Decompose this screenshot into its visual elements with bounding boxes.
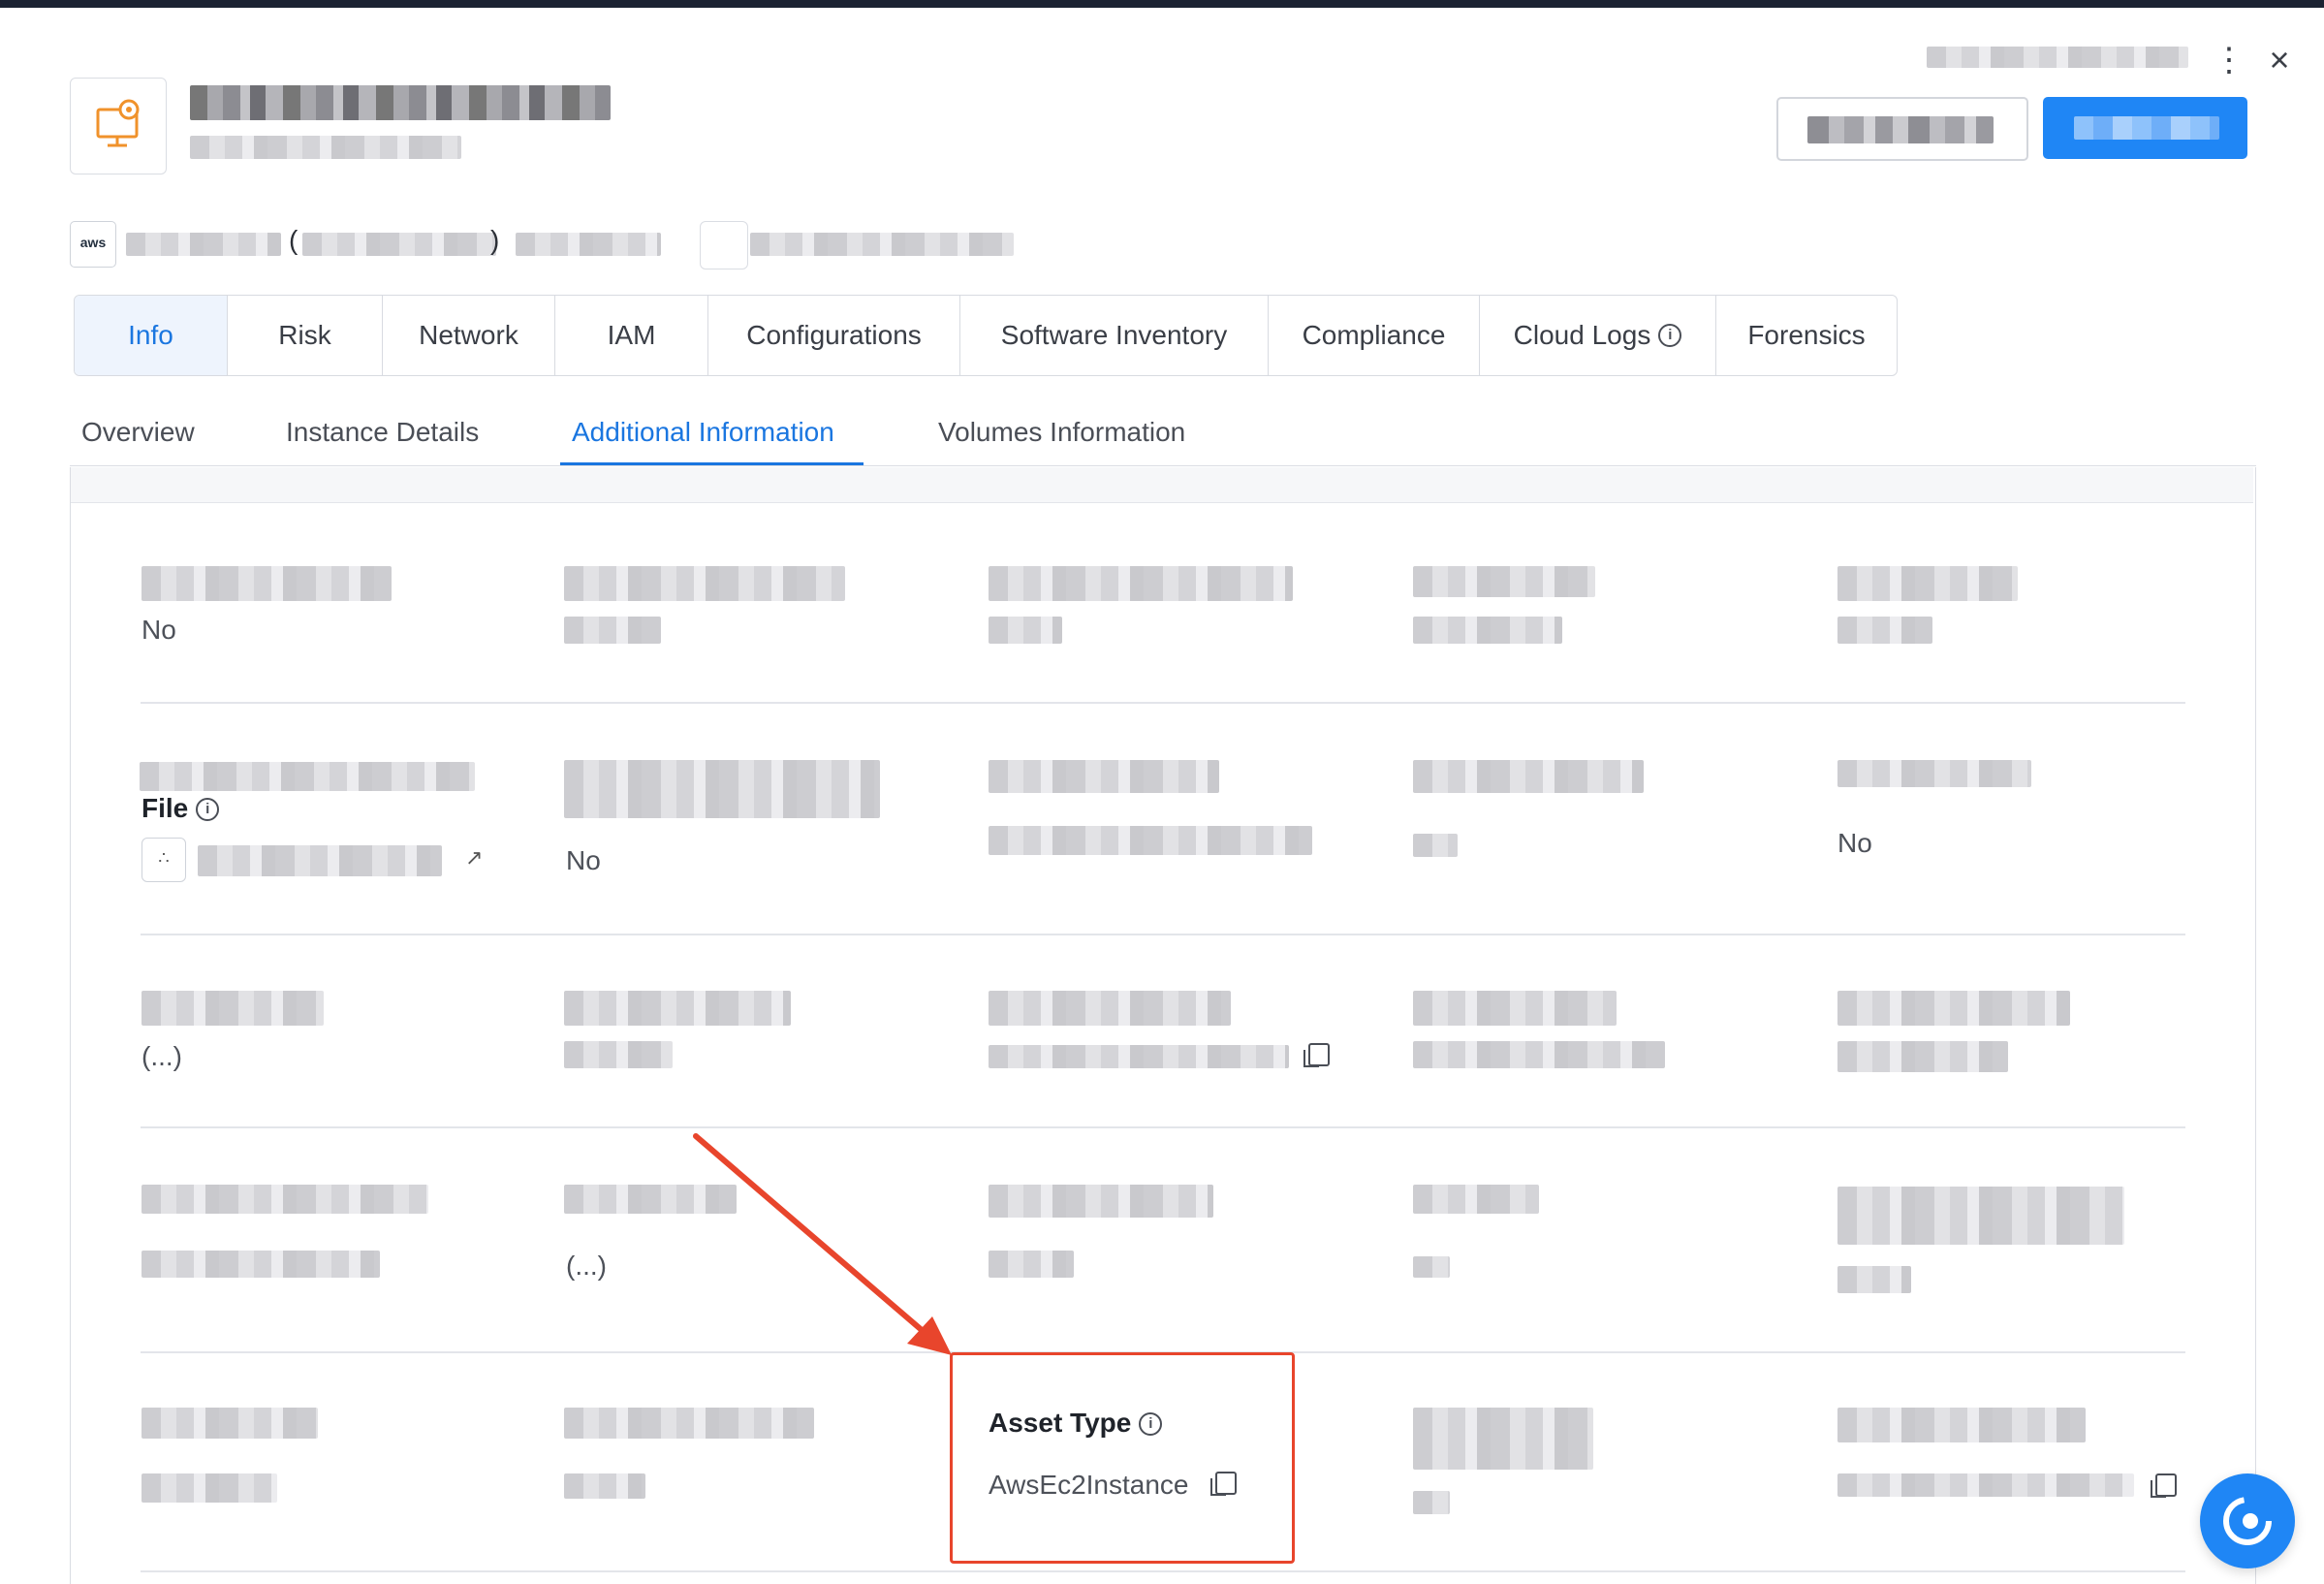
- region-redacted: [516, 233, 661, 256]
- asset-icon: [70, 78, 167, 174]
- field-value: No: [141, 615, 176, 645]
- paren-open: (: [289, 225, 298, 255]
- close-icon[interactable]: ×: [2258, 39, 2301, 81]
- monitor-gear-icon: [96, 99, 140, 147]
- account-name-redacted: [126, 233, 281, 256]
- paren-close: ): [490, 225, 500, 255]
- asset-subtitle-redacted: [190, 136, 461, 159]
- tab-forensics[interactable]: Forensics: [1716, 296, 1897, 375]
- tab-cloud-logs[interactable]: Cloud Logs i: [1480, 296, 1716, 375]
- copy-icon[interactable]: [1303, 1043, 1330, 1067]
- tab-software-inventory[interactable]: Software Inventory: [960, 296, 1269, 375]
- tab-info[interactable]: Info: [75, 296, 228, 375]
- tab-network[interactable]: Network: [383, 296, 555, 375]
- subtab-instance-details[interactable]: Instance Details: [286, 417, 479, 448]
- file-link-redacted[interactable]: [198, 845, 442, 876]
- external-link-icon[interactable]: ↗: [465, 845, 483, 871]
- annotation-arrow: [693, 1133, 952, 1355]
- main-tabs: Info Risk Network IAM Configurations Sof…: [74, 295, 1898, 376]
- chat-widget-button[interactable]: [2200, 1473, 2295, 1568]
- asset-title-redacted: [190, 85, 611, 120]
- more-options-icon[interactable]: ⋮: [2212, 43, 2246, 78]
- primary-action-button[interactable]: [2043, 97, 2247, 159]
- node-icon: ∴: [141, 838, 186, 882]
- tag-icon: [700, 221, 748, 269]
- aws-badge: aws: [70, 221, 116, 268]
- highlight-box: [950, 1352, 1295, 1564]
- tab-risk[interactable]: Risk: [228, 296, 383, 375]
- secondary-action-button[interactable]: [1776, 97, 2028, 161]
- tab-configurations[interactable]: Configurations: [708, 296, 960, 375]
- subtab-volumes-information[interactable]: Volumes Information: [938, 417, 1185, 448]
- top-bar: [0, 0, 2324, 8]
- tab-iam[interactable]: IAM: [555, 296, 708, 375]
- info-icon: i: [196, 798, 220, 821]
- resource-id-redacted: [750, 233, 1014, 256]
- file-label: File i: [141, 793, 220, 824]
- chat-icon: [2223, 1497, 2272, 1545]
- subtab-overview[interactable]: Overview: [81, 417, 195, 448]
- subtab-additional-information[interactable]: Additional Information: [572, 417, 834, 448]
- account-id-redacted: [302, 233, 496, 256]
- copy-icon[interactable]: [2151, 1473, 2177, 1498]
- tab-compliance[interactable]: Compliance: [1269, 296, 1480, 375]
- field-label-redacted: [141, 566, 392, 601]
- header-meta-redacted: [1927, 47, 2188, 68]
- info-icon: i: [1658, 324, 1682, 347]
